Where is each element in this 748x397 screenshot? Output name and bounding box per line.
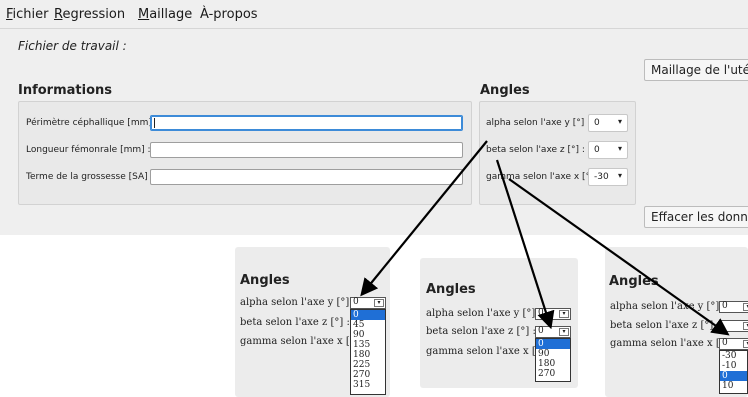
- arrow-gamma: [508, 178, 730, 336]
- annotation-arrows: [360, 140, 730, 336]
- arrow-alpha: [360, 140, 488, 297]
- arrow-beta: [495, 159, 555, 330]
